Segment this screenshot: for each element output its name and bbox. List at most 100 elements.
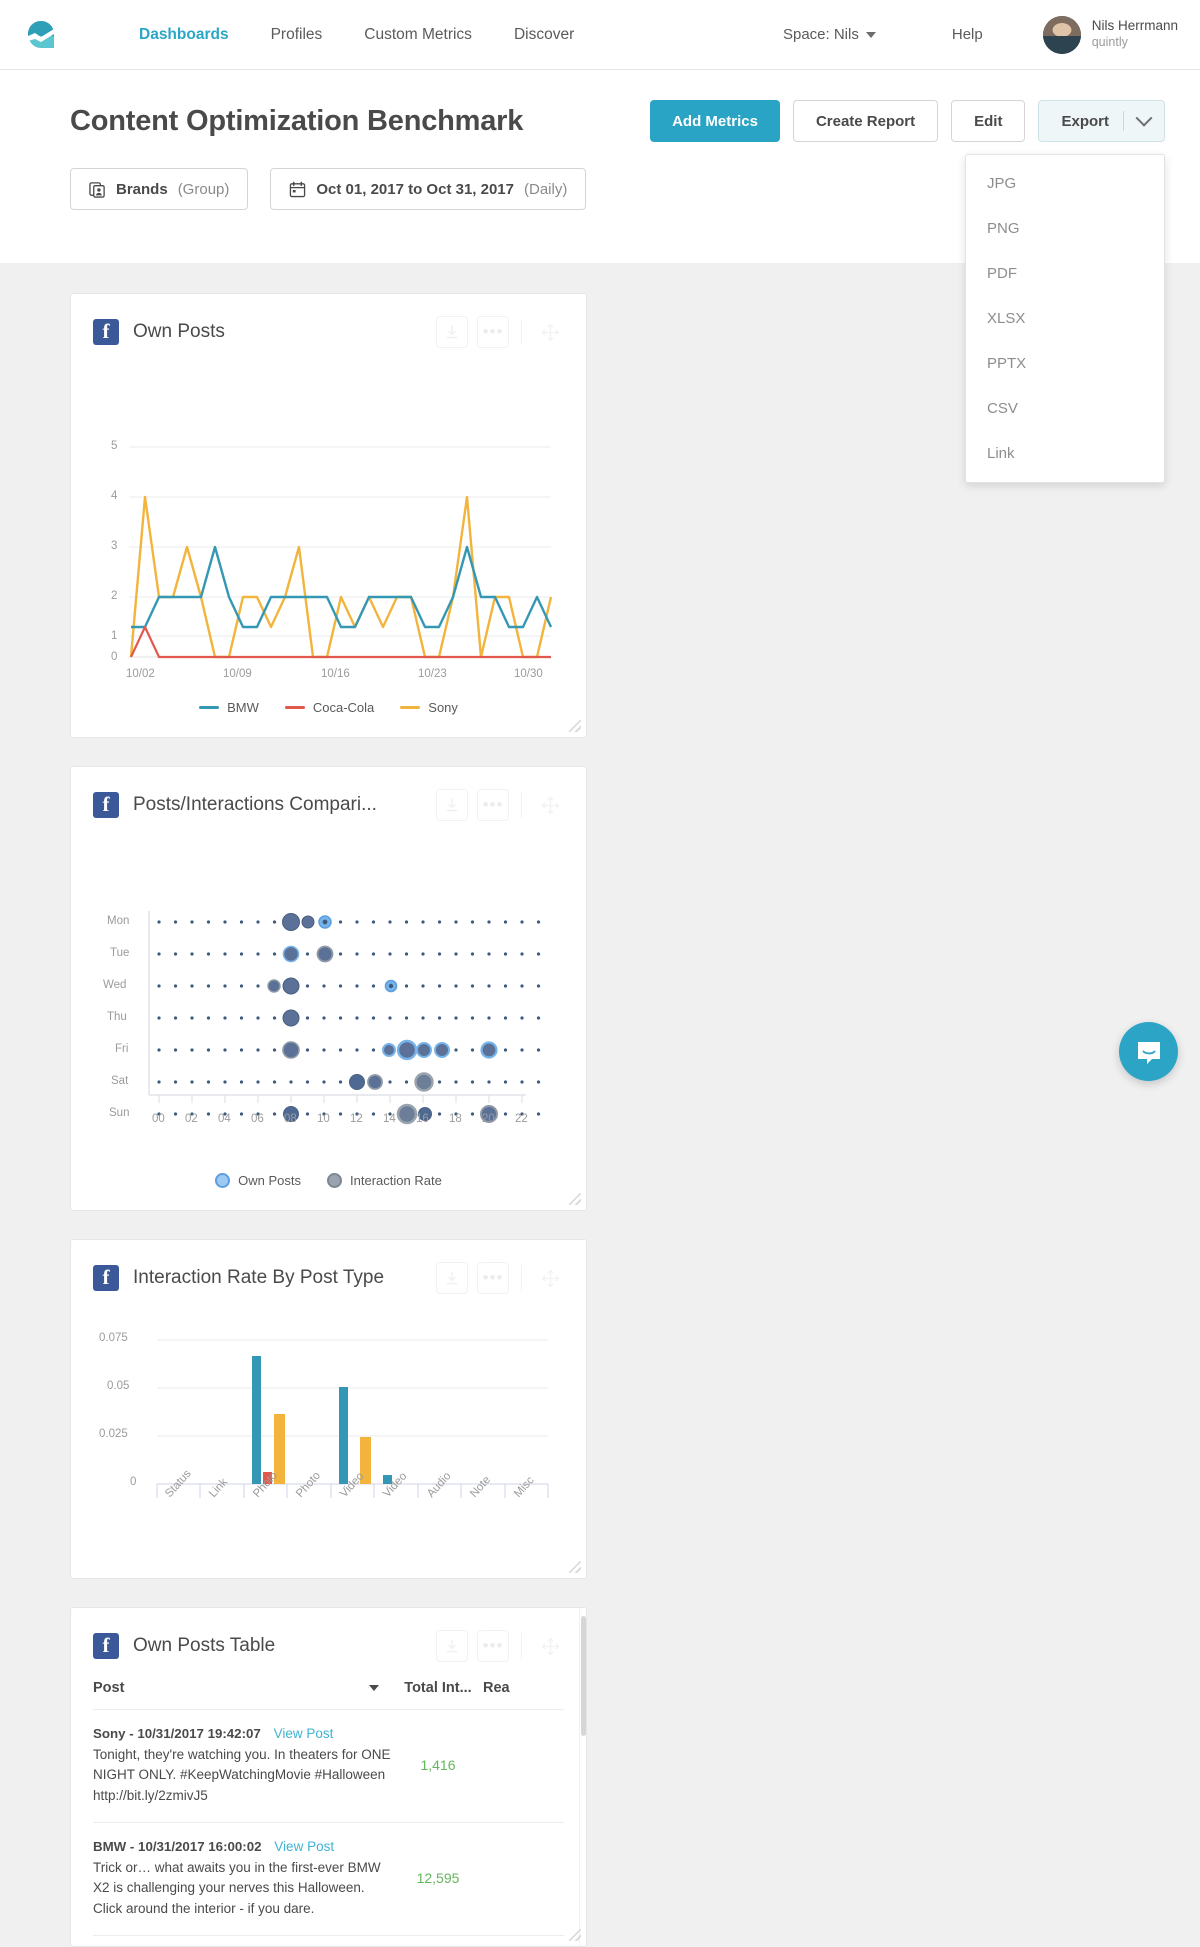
page-header: Content Optimization Benchmark Add Metri… [0, 70, 1200, 483]
x-tick-02: 02 [185, 1113, 198, 1125]
x-tick-18: 18 [449, 1113, 462, 1125]
legend-item-own-posts[interactable]: Own Posts [215, 1173, 301, 1188]
table-row[interactable]: Sony - 10/31/2017 19:42:07 View Post Ton… [93, 1710, 564, 1824]
main-nav-links: Dashboards Profiles Custom Metrics Disco… [118, 26, 595, 44]
resize-handle[interactable] [569, 1193, 581, 1205]
export-button[interactable]: Export [1038, 100, 1165, 142]
export-option-csv[interactable]: CSV [966, 386, 1164, 431]
export-option-pdf[interactable]: PDF [966, 251, 1164, 296]
x-tick-12: 12 [350, 1113, 363, 1125]
view-post-link[interactable]: View Post [274, 1839, 334, 1854]
move-handle-icon[interactable] [534, 789, 566, 821]
y-cat-tue: Tue [110, 947, 130, 959]
table-header-post[interactable]: Post [93, 1680, 393, 1696]
nav-link-custom-metrics[interactable]: Custom Metrics [343, 26, 493, 44]
create-report-button[interactable]: Create Report [792, 100, 939, 142]
x-tick-16: 16 [416, 1113, 429, 1125]
move-handle-icon[interactable] [534, 1630, 566, 1662]
export-option-pptx[interactable]: PPTX [966, 341, 1164, 386]
x-tick-4: 10/23 [418, 668, 447, 680]
intercom-chat-icon [1137, 1041, 1160, 1064]
table-cell-total-interactions: 12,595 [416, 1870, 460, 1887]
y-tick-0: 0 [130, 1476, 137, 1488]
y-tick-2: 2 [111, 590, 118, 602]
legend-label: BMW [227, 700, 259, 715]
y-tick-5: 5 [111, 440, 118, 452]
y-cat-mon: Mon [107, 915, 130, 927]
download-icon[interactable] [436, 1262, 468, 1294]
y-tick-005: 0.05 [107, 1380, 130, 1392]
export-button-label: Export [1061, 112, 1109, 130]
legend-label: Own Posts [238, 1173, 302, 1188]
date-range-filter[interactable]: Oct 01, 2017 to Oct 31, 2017 (Daily) [270, 168, 587, 210]
nav-link-profiles[interactable]: Profiles [250, 26, 344, 44]
move-handle-icon[interactable] [534, 1262, 566, 1294]
nav-link-dashboards[interactable]: Dashboards [118, 26, 250, 44]
download-icon[interactable] [436, 789, 468, 821]
more-options-icon[interactable]: ••• [477, 316, 509, 348]
page-actions: Add Metrics Create Report Edit Export JP… [650, 100, 1165, 483]
resize-handle[interactable] [569, 1929, 581, 1941]
edit-button[interactable]: Edit [951, 100, 1026, 142]
y-cat-fri: Fri [115, 1043, 129, 1055]
view-post-link[interactable]: View Post [274, 1726, 334, 1741]
tool-divider [521, 319, 522, 345]
download-icon[interactable] [436, 316, 468, 348]
post-title: Sony - 10/31/2017 19:42:07 [93, 1726, 261, 1741]
facebook-icon: f [93, 1265, 119, 1291]
y-tick-0025: 0.025 [99, 1428, 128, 1440]
export-option-link[interactable]: Link [966, 431, 1164, 476]
post-body: Trick or… what awaits you in the first-e… [93, 1859, 381, 1916]
move-handle-icon[interactable] [534, 316, 566, 348]
own-posts-table: Post Total Int... Rea Sony - 10/31/2017 … [71, 1680, 586, 1937]
export-option-xlsx[interactable]: XLSX [966, 296, 1164, 341]
resize-handle[interactable] [569, 720, 581, 732]
sort-descending-icon[interactable] [369, 1685, 379, 1691]
more-options-icon[interactable]: ••• [477, 789, 509, 821]
y-tick-0075: 0.075 [99, 1332, 128, 1344]
nav-link-discover[interactable]: Discover [493, 26, 595, 44]
export-option-jpg[interactable]: JPG [966, 161, 1164, 206]
avatar [1042, 15, 1081, 54]
x-tick-00: 00 [152, 1113, 165, 1125]
own-posts-line-chart: 5 4 3 2 1 0 10/02 10/09 10/16 10/23 10/3… [71, 348, 586, 680]
profile-group-filter-type: (Group) [177, 180, 230, 198]
scatter-legend: Own Posts Interaction Rate [71, 1173, 586, 1188]
facebook-icon: f [93, 319, 119, 345]
more-options-icon[interactable]: ••• [477, 1262, 509, 1294]
table-scrollbar-thumb[interactable] [581, 1616, 586, 1736]
space-selector[interactable]: Space: Nils [783, 26, 876, 43]
export-option-png[interactable]: PNG [966, 206, 1164, 251]
date-range-filter-label: Oct 01, 2017 to Oct 31, 2017 [316, 180, 514, 198]
table-cell-total-interactions: 1,416 [420, 1757, 456, 1774]
calendar-icon [290, 181, 306, 197]
y-cat-sun: Sun [109, 1107, 130, 1119]
legend-item-sony[interactable]: Sony [400, 700, 458, 715]
table-header-reach[interactable]: Rea [483, 1680, 523, 1696]
more-options-icon[interactable]: ••• [477, 1630, 509, 1662]
help-link[interactable]: Help [952, 26, 983, 43]
tool-divider [521, 1265, 522, 1291]
widget-own-posts-table: f Own Posts Table ••• Post Total Int... [70, 1607, 587, 1947]
legend-item-bmw[interactable]: BMW [199, 700, 259, 715]
user-menu[interactable]: Nils Herrmann quintly [1042, 15, 1178, 54]
profile-group-filter[interactable]: Brands (Group) [70, 168, 249, 210]
y-tick-3: 3 [111, 540, 118, 552]
table-cell-post: BMW - 10/31/2017 16:00:02 View Post Tric… [93, 1837, 393, 1919]
table-vertical-scrollbar[interactable] [579, 1608, 586, 1946]
table-header-total-interactions[interactable]: Total Int... [393, 1680, 483, 1696]
resize-handle[interactable] [569, 1561, 581, 1573]
nav-right-section: Space: Nils Help Nils Herrmann quintly [783, 15, 1200, 54]
download-icon[interactable] [436, 1630, 468, 1662]
quintly-logo-icon[interactable] [22, 16, 60, 54]
intercom-chat-button[interactable] [1119, 1022, 1178, 1081]
facebook-icon: f [93, 1633, 119, 1659]
page-title: Content Optimization Benchmark [70, 104, 524, 137]
legend-item-coca-cola[interactable]: Coca-Cola [284, 700, 374, 715]
y-cat-sat: Sat [111, 1075, 129, 1087]
post-body: Tonight, they're watching you. In theate… [93, 1746, 391, 1803]
table-row[interactable]: BMW - 10/31/2017 16:00:02 View Post Tric… [93, 1823, 564, 1937]
tool-divider [521, 1633, 522, 1659]
add-metrics-button[interactable]: Add Metrics [650, 100, 780, 142]
legend-item-interaction-rate[interactable]: Interaction Rate [327, 1173, 442, 1188]
